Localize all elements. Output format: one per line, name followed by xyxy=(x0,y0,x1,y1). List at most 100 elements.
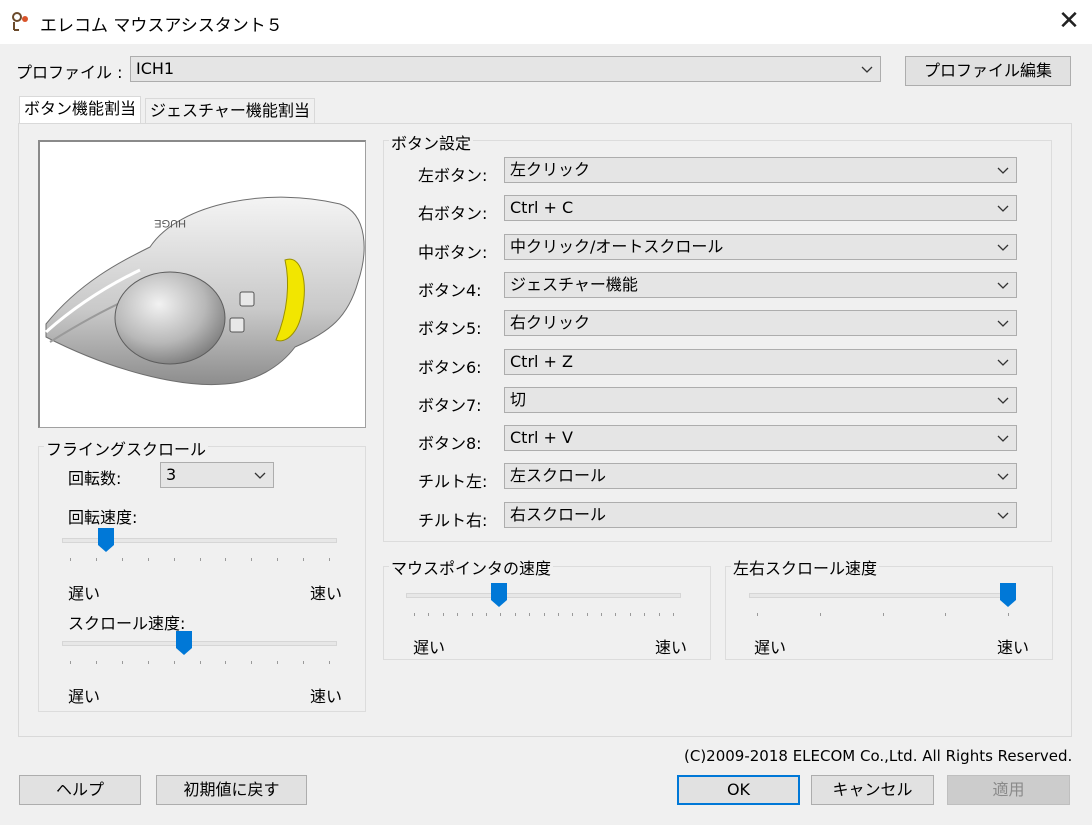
chevron-down-icon xyxy=(997,320,1009,327)
button-setting-value: Ctrl + V xyxy=(510,428,573,447)
slider-tick xyxy=(277,558,279,561)
slider-thumb[interactable] xyxy=(491,583,508,607)
help-button[interactable]: ヘルプ xyxy=(19,775,141,805)
close-icon[interactable]: ✕ xyxy=(1052,6,1086,38)
button-setting-select[interactable]: 左スクロール xyxy=(504,463,1017,489)
tab-button-assign[interactable]: ボタン機能割当 xyxy=(19,96,142,124)
app-icon xyxy=(12,12,28,31)
profile-value: ICH1 xyxy=(136,59,175,78)
reset-defaults-button[interactable]: 初期値に戻す xyxy=(156,775,307,805)
chevron-down-icon xyxy=(997,512,1009,519)
slider-tick xyxy=(277,661,279,664)
slider-tick xyxy=(882,613,884,616)
profile-label: プロファイル : xyxy=(16,63,123,82)
chevron-down-icon xyxy=(997,473,1009,480)
slider-thumb[interactable] xyxy=(175,631,192,655)
button-setting-select[interactable]: 中クリック/オートスクロール xyxy=(504,234,1017,260)
rotation-count-select[interactable]: 3 xyxy=(160,462,274,488)
slider-tick xyxy=(173,661,175,664)
button-setting-select[interactable]: Ctrl + V xyxy=(504,425,1017,451)
slider-thumb[interactable] xyxy=(1000,583,1016,607)
slider-tick xyxy=(199,661,201,664)
button-settings-title: ボタン設定 xyxy=(389,130,474,154)
chevron-down-icon xyxy=(997,167,1009,174)
slider-tick xyxy=(629,613,631,616)
button-setting-label: ボタン7: xyxy=(418,396,482,415)
button-setting-value: 右クリック xyxy=(510,313,591,332)
slider-tick xyxy=(251,558,253,561)
slider-tick xyxy=(1008,613,1009,616)
button-setting-select[interactable]: 右クリック xyxy=(504,310,1017,336)
scroll-speed-fast-label: 速い xyxy=(310,687,343,706)
pointer-speed-fast-label: 速い xyxy=(655,638,688,657)
button-setting-select[interactable]: Ctrl + Z xyxy=(504,349,1017,375)
rotation-speed-label: 回転速度: xyxy=(68,508,138,527)
button-setting-select[interactable]: 右スクロール xyxy=(504,502,1017,528)
button-setting-select[interactable]: 左クリック xyxy=(504,157,1017,183)
hscroll-speed-fast-label: 速い xyxy=(997,638,1030,657)
slider-track xyxy=(62,641,337,646)
slider-tick xyxy=(757,613,758,616)
tab-gesture-assign[interactable]: ジェスチャー機能割当 xyxy=(145,98,315,124)
cancel-button[interactable]: キャンセル xyxy=(811,775,934,805)
slider-tick xyxy=(70,661,71,664)
slider-tick xyxy=(471,613,473,616)
chevron-down-icon xyxy=(254,472,266,479)
button-setting-label: ボタン5: xyxy=(418,319,482,338)
slider-track xyxy=(406,593,681,598)
button-setting-value: 切 xyxy=(510,390,527,409)
slider-thumb[interactable] xyxy=(98,528,115,552)
slider-tick xyxy=(557,613,559,616)
slider-tick xyxy=(485,613,487,616)
chevron-down-icon xyxy=(997,244,1009,251)
slider-tick xyxy=(95,558,97,561)
button-setting-value: 左スクロール xyxy=(510,466,607,485)
slider-tick xyxy=(414,613,415,616)
scroll-speed-label: スクロール速度: xyxy=(68,614,186,633)
slider-tick xyxy=(457,613,459,616)
slider-tick xyxy=(442,613,444,616)
flying-scroll-title: フライングスクロール xyxy=(44,436,209,460)
slider-tick xyxy=(586,613,588,616)
button-setting-value: 中クリック/オートスクロール xyxy=(510,237,724,256)
slider-tick xyxy=(225,558,227,561)
slider-tick xyxy=(121,558,123,561)
profile-edit-button[interactable]: プロファイル編集 xyxy=(905,56,1071,86)
rotation-speed-slow-label: 遅い xyxy=(68,584,101,603)
hscroll-speed-title: 左右スクロール速度 xyxy=(731,555,880,579)
mouse-image: HUGE xyxy=(38,140,366,428)
title-bar: エレコム マウスアシスタント５ ✕ xyxy=(0,0,1092,44)
button-setting-select[interactable]: Ctrl + C xyxy=(504,195,1017,221)
slider-tick xyxy=(945,613,947,616)
pointer-speed-title: マウスポインタの速度 xyxy=(389,555,554,579)
slider-tick xyxy=(543,613,545,616)
chevron-down-icon xyxy=(997,435,1009,442)
ok-button[interactable]: OK xyxy=(677,775,800,805)
pointer-speed-slow-label: 遅い xyxy=(413,638,446,657)
profile-select[interactable]: ICH1 xyxy=(130,56,881,82)
apply-button[interactable]: 適用 xyxy=(947,775,1070,805)
brand-text: HUGE xyxy=(154,217,186,229)
button-setting-select[interactable]: 切 xyxy=(504,387,1017,413)
slider-tick xyxy=(601,613,603,616)
slider-tick xyxy=(303,558,305,561)
rotation-count-label: 回転数: xyxy=(68,469,122,488)
slider-track xyxy=(749,593,1016,598)
button-setting-select[interactable]: ジェスチャー機能 xyxy=(504,272,1017,298)
mouse-illustration: HUGE xyxy=(45,196,365,386)
slider-tick xyxy=(225,661,227,664)
rotation-count-value: 3 xyxy=(166,465,177,484)
slider-tick xyxy=(173,558,175,561)
slider-tick xyxy=(70,558,71,561)
button-setting-value: Ctrl + C xyxy=(510,198,574,217)
slider-tick xyxy=(121,661,123,664)
slider-tick xyxy=(303,661,305,664)
copyright-text: (C)2009-2018 ELECOM Co.,Ltd. All Rights … xyxy=(684,747,1073,765)
slider-tick xyxy=(819,613,821,616)
slider-tick xyxy=(251,661,253,664)
slider-tick xyxy=(329,661,330,664)
slider-tick xyxy=(95,661,97,664)
button-setting-label: 右ボタン: xyxy=(418,204,488,223)
button-setting-value: Ctrl + Z xyxy=(510,352,574,371)
window-title: エレコム マウスアシスタント５ xyxy=(40,16,283,36)
